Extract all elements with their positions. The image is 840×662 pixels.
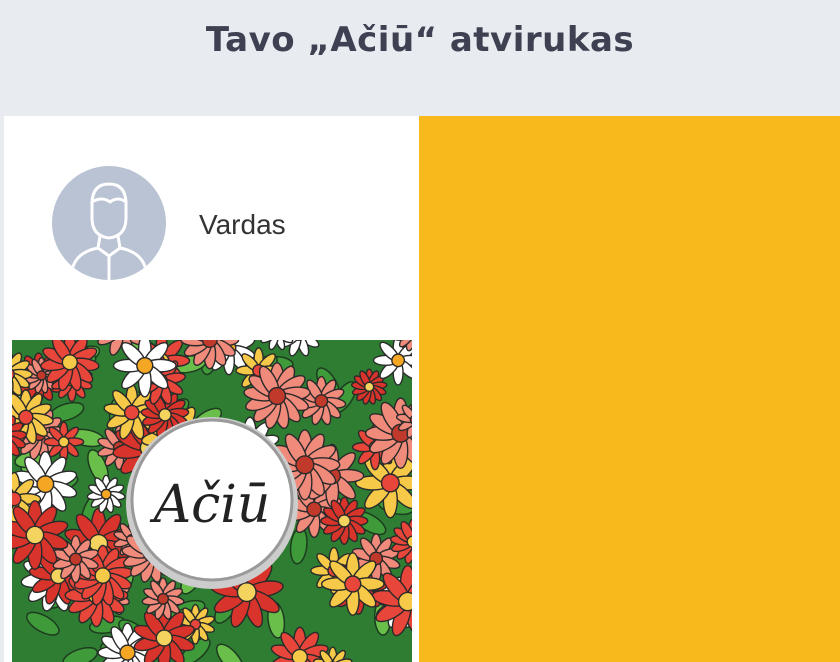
- card-preview-panel: [419, 116, 840, 662]
- card-handwritten-text: Ačiū: [150, 475, 271, 535]
- user-avatar-icon: [52, 166, 166, 280]
- page-title: Tavo „Ačiū“ atvirukas: [205, 20, 635, 60]
- postcard-panel: Vardas Ačiū: [4, 116, 419, 662]
- user-name: Vardas: [199, 209, 286, 240]
- thank-you-card-image[interactable]: Ačiū: [12, 340, 412, 662]
